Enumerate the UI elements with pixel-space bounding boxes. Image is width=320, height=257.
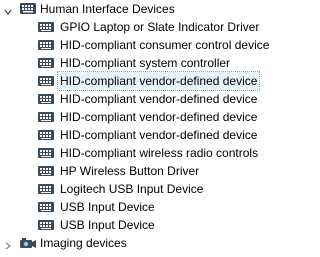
tree-device-label: HID-compliant vendor-defined device: [60, 128, 258, 142]
tree-device-item[interactable]: USB Input Device: [0, 198, 316, 216]
tree-device-label: Logitech USB Input Device: [60, 182, 204, 196]
hid-keyboard-icon: [18, 0, 38, 18]
hid-device-icon: [36, 180, 56, 198]
tree-device-item[interactable]: USB Input Device: [0, 216, 316, 234]
hid-device-icon: [36, 162, 56, 180]
hid-device-icon: [36, 90, 56, 108]
hid-device-icon: [36, 18, 56, 36]
tree-category-imaging[interactable]: Imaging devices: [0, 234, 316, 252]
tree-device-item[interactable]: HID-compliant vendor-defined device: [0, 108, 316, 126]
tree-device-label: HID-compliant vendor-defined device: [60, 110, 258, 124]
tree-device-label: HP Wireless Button Driver: [60, 164, 200, 178]
tree-category-hid[interactable]: Human Interface Devices: [0, 0, 316, 18]
chevron-down-icon[interactable]: [3, 4, 13, 15]
hid-device-icon: [36, 144, 56, 162]
hid-device-icon: [36, 54, 56, 72]
hid-device-icon: [36, 198, 56, 216]
tree-device-item[interactable]: HP Wireless Button Driver: [0, 162, 316, 180]
hid-device-icon: [36, 36, 56, 54]
camera-icon: [18, 234, 38, 252]
hid-device-icon: [36, 126, 56, 144]
tree-device-item-selected[interactable]: HID-compliant vendor-defined device: [0, 71, 316, 91]
tree-device-item[interactable]: HID-compliant consumer control device: [0, 36, 316, 54]
tree-category-label: Human Interface Devices: [40, 2, 175, 16]
tree-device-item[interactable]: HID-compliant vendor-defined device: [0, 90, 316, 108]
tree-category-label: Imaging devices: [40, 236, 127, 250]
device-tree: Human Interface Devices GPIO Laptop or S…: [0, 0, 316, 252]
tree-device-item[interactable]: GPIO Laptop or Slate Indicator Driver: [0, 18, 316, 36]
tree-device-item[interactable]: HID-compliant vendor-defined device: [0, 126, 316, 144]
tree-device-item[interactable]: HID-compliant wireless radio controls: [0, 144, 316, 162]
tree-device-label: HID-compliant vendor-defined device: [56, 71, 261, 91]
tree-device-label: USB Input Device: [60, 218, 155, 232]
tree-device-label: HID-compliant system controller: [60, 56, 231, 70]
tree-device-label: HID-compliant vendor-defined device: [60, 92, 258, 106]
tree-device-label: USB Input Device: [60, 200, 155, 214]
hid-device-icon: [36, 216, 56, 234]
tree-device-item[interactable]: HID-compliant system controller: [0, 54, 316, 72]
hid-device-icon: [36, 108, 56, 126]
hid-device-icon: [36, 72, 56, 90]
tree-device-item[interactable]: Logitech USB Input Device: [0, 180, 316, 198]
tree-device-label: HID-compliant consumer control device: [60, 38, 270, 52]
tree-device-label: HID-compliant wireless radio controls: [60, 146, 259, 160]
chevron-right-icon[interactable]: [3, 238, 13, 250]
tree-device-label: GPIO Laptop or Slate Indicator Driver: [60, 20, 260, 34]
